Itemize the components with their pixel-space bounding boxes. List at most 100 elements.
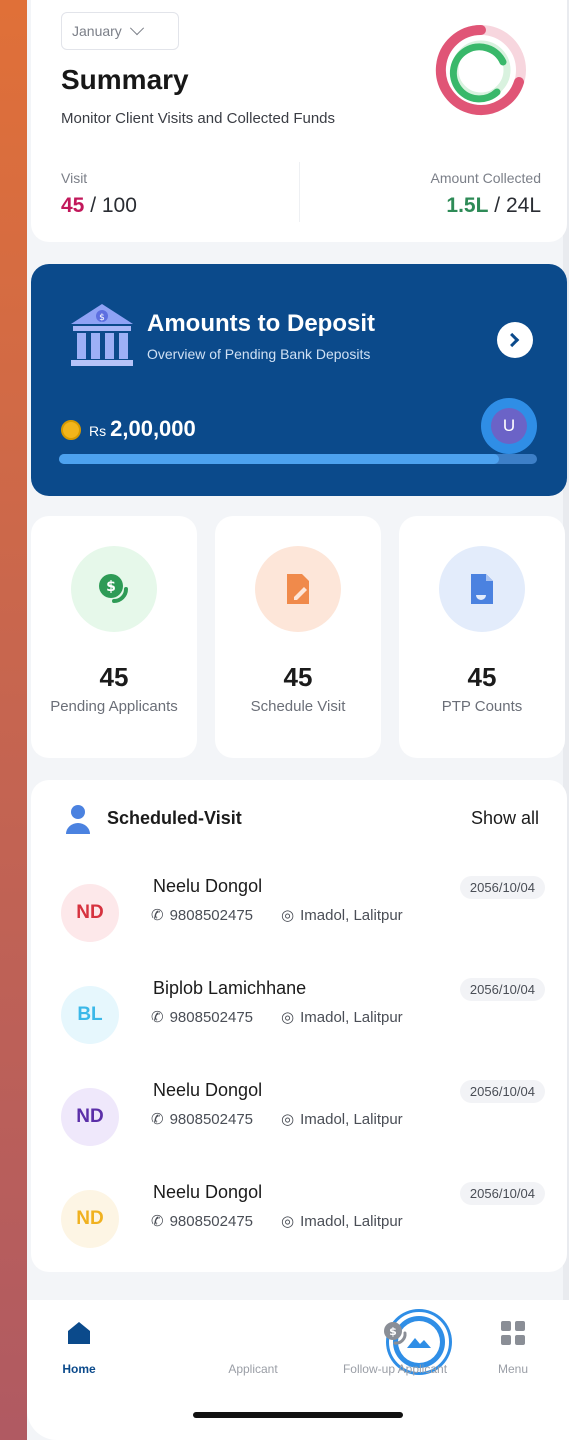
visit-date: 2056/10/04	[459, 1080, 545, 1103]
nav-applicant-label: Applicant	[228, 1362, 278, 1376]
home-indicator	[193, 1412, 403, 1418]
location: Imadol, Lalitpur	[300, 1110, 403, 1128]
coin-icon	[61, 420, 81, 440]
tile-pending-applicants[interactable]: $ 45 Pending Applicants	[31, 516, 197, 758]
list-item[interactable]: ND Neelu Dongol ✆ 9808502475 ◎ Imadol, Lal…	[55, 1080, 545, 1160]
nav-home[interactable]: Home	[27, 1318, 139, 1376]
avatar: ND	[61, 1190, 119, 1248]
svg-text:$: $	[106, 579, 116, 595]
tile-label: PTP Counts	[441, 698, 523, 715]
progress-ring-icon	[435, 24, 526, 115]
deposit-amount: Rs 2,00,000	[89, 416, 196, 442]
nav-menu-label: Menu	[497, 1362, 529, 1376]
tile-count: 45	[283, 662, 313, 692]
phone-number: 9808502475	[169, 1008, 254, 1026]
deposit-progress	[59, 454, 537, 464]
amount-total: / 24L	[488, 194, 541, 217]
deposit-open-button[interactable]	[497, 322, 533, 358]
visit-label: Visit	[61, 170, 88, 186]
applicant-meta: ✆ 9808502475 ◎ Imadol, Lalitpur	[151, 906, 403, 925]
document-icon	[439, 546, 525, 632]
list-item[interactable]: ND Neelu Dongol ✆ 9808502475 ◎ Imadol, Lal…	[55, 876, 545, 956]
amount-label: Amount Collected	[430, 170, 541, 186]
dollar-coins-icon: $	[71, 546, 157, 632]
svg-text:$: $	[389, 1325, 397, 1338]
svg-text:$: $	[99, 313, 105, 323]
deposit-card[interactable]: $ Amounts to Deposit Overview of Pending…	[31, 264, 567, 496]
deposit-title: Amounts to Deposit	[147, 310, 375, 337]
bottom-navigation: Home Applicant $ Follow-up Applicant Men…	[27, 1300, 569, 1440]
scheduled-visit-card: Scheduled-Visit Show all ND Neelu Dongol…	[31, 780, 567, 1272]
grid-menu-icon	[498, 1318, 528, 1348]
visit-date: 2056/10/04	[459, 978, 545, 1001]
phone-icon: ✆	[151, 1111, 164, 1128]
summary-title: Summary	[61, 64, 189, 95]
nav-home-label: Home	[62, 1362, 96, 1376]
applicant-meta: ✆ 9808502475 ◎ Imadol, Lalitpur	[151, 1008, 403, 1027]
bank-icon: $	[71, 304, 133, 366]
list-item[interactable]: BL Biplob Lamichhane ✆ 9808502475 ◎ Imadol…	[55, 978, 545, 1058]
amount-stat: 1.5L / 24L	[446, 194, 541, 218]
tile-label: Pending Applicants	[50, 698, 178, 715]
phone-number: 9808502475	[169, 1110, 254, 1128]
phone-screen: January Summary Monitor Client Visits an…	[27, 0, 569, 1440]
nav-followup-label: Follow-up Applicant	[342, 1362, 448, 1376]
summary-card: January Summary Monitor Client Visits an…	[31, 0, 567, 242]
coins-icon: $	[380, 1318, 410, 1348]
applicant-name: Neelu Dongol	[153, 1080, 263, 1100]
home-icon	[64, 1318, 94, 1348]
applicant-name: Neelu Dongol	[153, 876, 263, 896]
location: Imadol, Lalitpur	[300, 1008, 403, 1026]
chevron-right-icon	[505, 332, 520, 348]
tile-count: 45	[467, 662, 497, 692]
avatar: ND	[61, 1088, 119, 1146]
currency-label: Rs	[89, 423, 107, 439]
summary-subtitle: Monitor Client Visits and Collected Fund…	[61, 110, 336, 127]
list-item[interactable]: ND Neelu Dongol ✆ 9808502475 ◎ Imadol, Lal…	[55, 1182, 545, 1262]
visit-stat: 45 / 100	[61, 194, 137, 218]
chevron-down-icon	[129, 21, 144, 36]
tile-count: 45	[99, 662, 129, 692]
scheduled-visit-title: Scheduled-Visit	[107, 808, 242, 828]
nav-menu[interactable]: Menu	[453, 1318, 569, 1376]
month-select[interactable]: January	[61, 12, 179, 50]
user-initial: U	[491, 408, 527, 444]
location-pin-icon: ◎	[281, 1213, 295, 1230]
avatar: ND	[61, 884, 119, 942]
month-value: January	[72, 23, 122, 39]
phone-icon: ✆	[151, 1009, 164, 1026]
tile-label: Schedule Visit	[250, 698, 346, 715]
amount-done: 1.5L	[446, 194, 489, 217]
location: Imadol, Lalitpur	[300, 906, 403, 924]
applicant-meta: ✆ 9808502475 ◎ Imadol, Lalitpur	[151, 1110, 403, 1129]
visit-done: 45	[61, 194, 85, 217]
deposit-progress-fill	[59, 454, 499, 464]
phone-number: 9808502475	[169, 906, 254, 924]
show-all-link[interactable]: Show all	[471, 808, 539, 829]
avatar: BL	[61, 986, 119, 1044]
user-avatar[interactable]: U	[481, 398, 537, 454]
nav-followup[interactable]: $ Follow-up Applicant	[335, 1318, 455, 1376]
users-icon	[238, 1318, 268, 1348]
applicant-meta: ✆ 9808502475 ◎ Imadol, Lalitpur	[151, 1212, 403, 1231]
applicant-name: Neelu Dongol	[153, 1182, 263, 1202]
applicant-name: Biplob Lamichhane	[153, 978, 307, 998]
amount-value: 2,00,000	[110, 416, 196, 441]
visit-date: 2056/10/04	[459, 876, 545, 899]
location-pin-icon: ◎	[281, 907, 295, 924]
document-edit-icon	[255, 546, 341, 632]
tile-ptp-counts[interactable]: 45 PTP Counts	[399, 516, 565, 758]
stats-divider	[299, 162, 300, 222]
user-icon	[66, 805, 90, 834]
location-pin-icon: ◎	[281, 1111, 295, 1128]
tile-schedule-visit[interactable]: 45 Schedule Visit	[215, 516, 381, 758]
phone-number: 9808502475	[169, 1212, 254, 1230]
nav-applicant[interactable]: Applicant	[193, 1312, 449, 1376]
phone-icon: ✆	[151, 907, 164, 924]
location-pin-icon: ◎	[281, 1009, 295, 1026]
location: Imadol, Lalitpur	[300, 1212, 403, 1230]
phone-icon: ✆	[151, 1213, 164, 1230]
visit-total: / 100	[84, 194, 137, 217]
deposit-subtitle: Overview of Pending Bank Deposits	[147, 346, 371, 362]
visit-date: 2056/10/04	[459, 1182, 545, 1205]
